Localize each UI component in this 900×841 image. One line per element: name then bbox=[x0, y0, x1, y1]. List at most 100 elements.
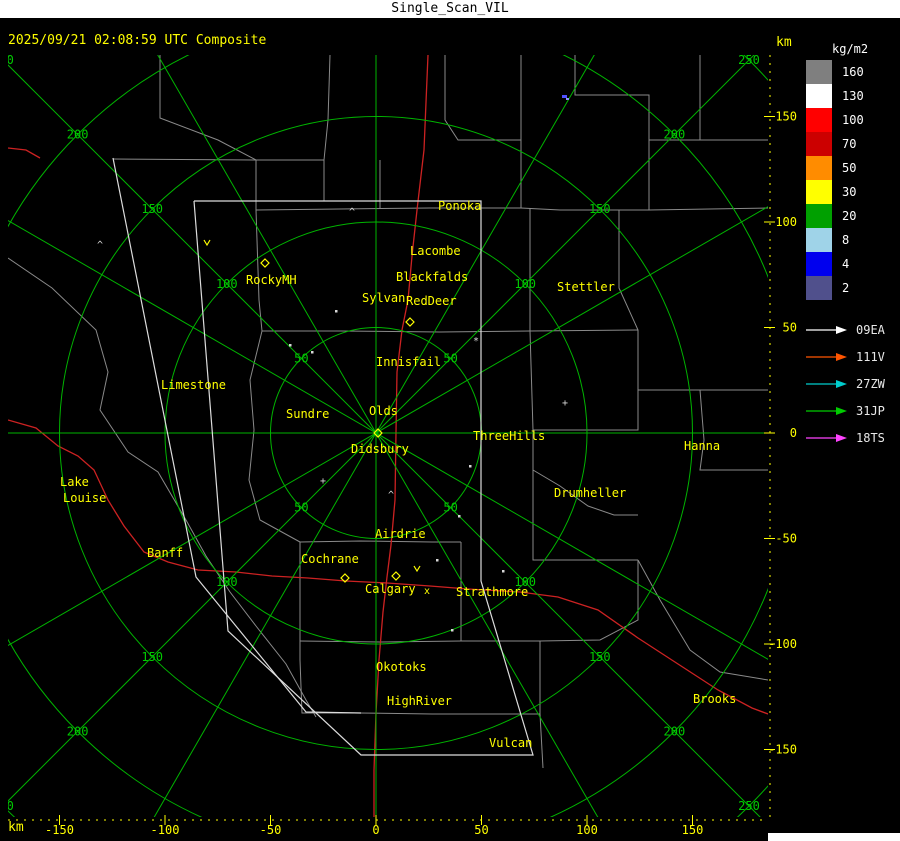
colorbar-value: 30 bbox=[842, 185, 857, 199]
town-dot bbox=[451, 629, 454, 632]
place-label: Limestone bbox=[161, 378, 226, 392]
range-label: 50 bbox=[443, 351, 457, 365]
radar-id-label: 111V bbox=[856, 349, 885, 364]
county-boundary bbox=[539, 560, 639, 642]
range-label: 50 bbox=[294, 351, 308, 365]
radar-arrow-icon bbox=[806, 406, 847, 415]
range-ring bbox=[8, 55, 768, 817]
place-label: ThreeHills bbox=[473, 429, 545, 443]
colorbar-value: 20 bbox=[842, 209, 857, 223]
place-label: Okotoks bbox=[376, 660, 427, 674]
range-label: 200 bbox=[67, 724, 89, 738]
town-dot bbox=[311, 351, 314, 354]
colorbar-value: 8 bbox=[842, 233, 850, 247]
county-boundary bbox=[648, 207, 768, 211]
place-label: RockyMH bbox=[246, 273, 297, 287]
colorbar-swatch bbox=[806, 156, 832, 180]
colorbar-value: 160 bbox=[842, 65, 864, 79]
place-label: Ponoka bbox=[438, 199, 481, 213]
range-label: 50 bbox=[443, 501, 457, 515]
colorbar-swatch bbox=[806, 204, 832, 228]
county-boundary bbox=[262, 330, 531, 333]
place-label: Stettler bbox=[557, 280, 615, 294]
x-axis-tick-label: -150 bbox=[45, 823, 74, 837]
place-label: Hanna bbox=[684, 439, 720, 453]
place-label: Strathmore bbox=[456, 585, 528, 599]
x-axis-tick-label: 100 bbox=[576, 823, 598, 837]
town-marker: + bbox=[320, 476, 326, 487]
colorbar-swatch bbox=[806, 84, 832, 108]
app-window: Single_Scan_VIL 2025/09/21 02:08:59 UTC … bbox=[0, 0, 900, 841]
place-label: Sylvan bbox=[362, 291, 405, 305]
colorbar-scale: 160 130 100 70 50 30 20 8 4 2 bbox=[806, 60, 868, 300]
down-arrow-marker bbox=[413, 565, 421, 573]
place-label: Lake bbox=[60, 475, 89, 489]
county-boundary bbox=[248, 330, 301, 543]
range-label: 250 bbox=[738, 799, 760, 813]
highway-line bbox=[8, 147, 41, 159]
y-axis-tick-label: 0 bbox=[790, 426, 797, 440]
radar-site-diamond bbox=[260, 258, 270, 268]
place-label: RedDeer bbox=[406, 294, 457, 308]
colorbar-swatch bbox=[806, 108, 832, 132]
radar-arrow-icon bbox=[806, 352, 847, 361]
range-label: 200 bbox=[664, 724, 686, 738]
range-label: 150 bbox=[141, 650, 163, 664]
colorbar-title: kg/m2 bbox=[832, 42, 869, 56]
range-label: 100 bbox=[216, 277, 238, 291]
colorbar-entry: 30 bbox=[806, 180, 868, 204]
place-label: Airdrie bbox=[375, 527, 426, 541]
range-label: 100 bbox=[216, 575, 238, 589]
colorbar-entry: 70 bbox=[806, 132, 868, 156]
radar-legend-item: 31JP bbox=[806, 397, 885, 424]
azimuth-spoke bbox=[8, 55, 755, 802]
place-label: Blackfalds bbox=[396, 270, 468, 284]
x-axis-tick-label: 150 bbox=[682, 823, 704, 837]
radar-site-diamond bbox=[391, 571, 401, 581]
echo-pixel bbox=[562, 95, 567, 98]
colorbar-swatch bbox=[806, 132, 832, 156]
colorbar-swatch bbox=[806, 228, 832, 252]
radar-map-canvas[interactable]: 5010015020025050100150200250501001502002… bbox=[0, 0, 900, 841]
county-boundary bbox=[255, 159, 324, 210]
coverage-outline bbox=[112, 157, 362, 714]
town-dot bbox=[289, 344, 292, 347]
y-axis-tick-label: -50 bbox=[775, 532, 797, 546]
radar-legend-item: 27ZW bbox=[806, 370, 885, 397]
x-axis-tick-label: -100 bbox=[151, 823, 180, 837]
town-marker: * bbox=[473, 336, 479, 347]
colorbar-value: 130 bbox=[842, 89, 864, 103]
colorbar-value: 70 bbox=[842, 137, 857, 151]
town-dot bbox=[502, 570, 505, 573]
radar-legend-item: 18TS bbox=[806, 424, 885, 451]
colorbar-entry: 100 bbox=[806, 108, 868, 132]
place-label: Sundre bbox=[286, 407, 329, 421]
colorbar-entry: 2 bbox=[806, 276, 868, 300]
radar-site-diamond bbox=[405, 317, 415, 327]
town-marker: ^ bbox=[388, 490, 394, 501]
range-label: 250 bbox=[0, 53, 14, 67]
y-axis-tick-label: 150 bbox=[775, 110, 797, 124]
x-axis-tick-label: -50 bbox=[260, 823, 282, 837]
place-label: Didsbury bbox=[351, 442, 409, 456]
y-axis-tick-label: 100 bbox=[775, 215, 797, 229]
colorbar: kg/m2 160 130 100 70 50 30 20 8 4 2 bbox=[806, 42, 868, 300]
place-label: Lacombe bbox=[410, 244, 461, 258]
town-dot bbox=[335, 310, 338, 313]
place-label: Olds bbox=[369, 404, 398, 418]
town-marker: ^ bbox=[97, 240, 103, 251]
radar-legend-item: 09EA bbox=[806, 316, 885, 343]
colorbar-value: 50 bbox=[842, 161, 857, 175]
radar-site-legend: 09EA 111V 27ZW 31JP 18TS bbox=[806, 316, 885, 451]
radar-arrow-icon bbox=[806, 433, 847, 442]
range-label: 50 bbox=[294, 501, 308, 515]
y-axis-tick-label: 50 bbox=[783, 321, 797, 335]
place-label: Drumheller bbox=[554, 486, 626, 500]
colorbar-entry: 20 bbox=[806, 204, 868, 228]
county-boundary bbox=[112, 158, 257, 161]
coverage-outline bbox=[193, 200, 534, 756]
town-dot bbox=[436, 559, 439, 562]
colorbar-entry: 8 bbox=[806, 228, 868, 252]
map-layers: 50 100 150 200 250 50 100 150 200 250 50 100 150 200 2… bbox=[0, 53, 768, 817]
town-dot bbox=[458, 515, 461, 518]
